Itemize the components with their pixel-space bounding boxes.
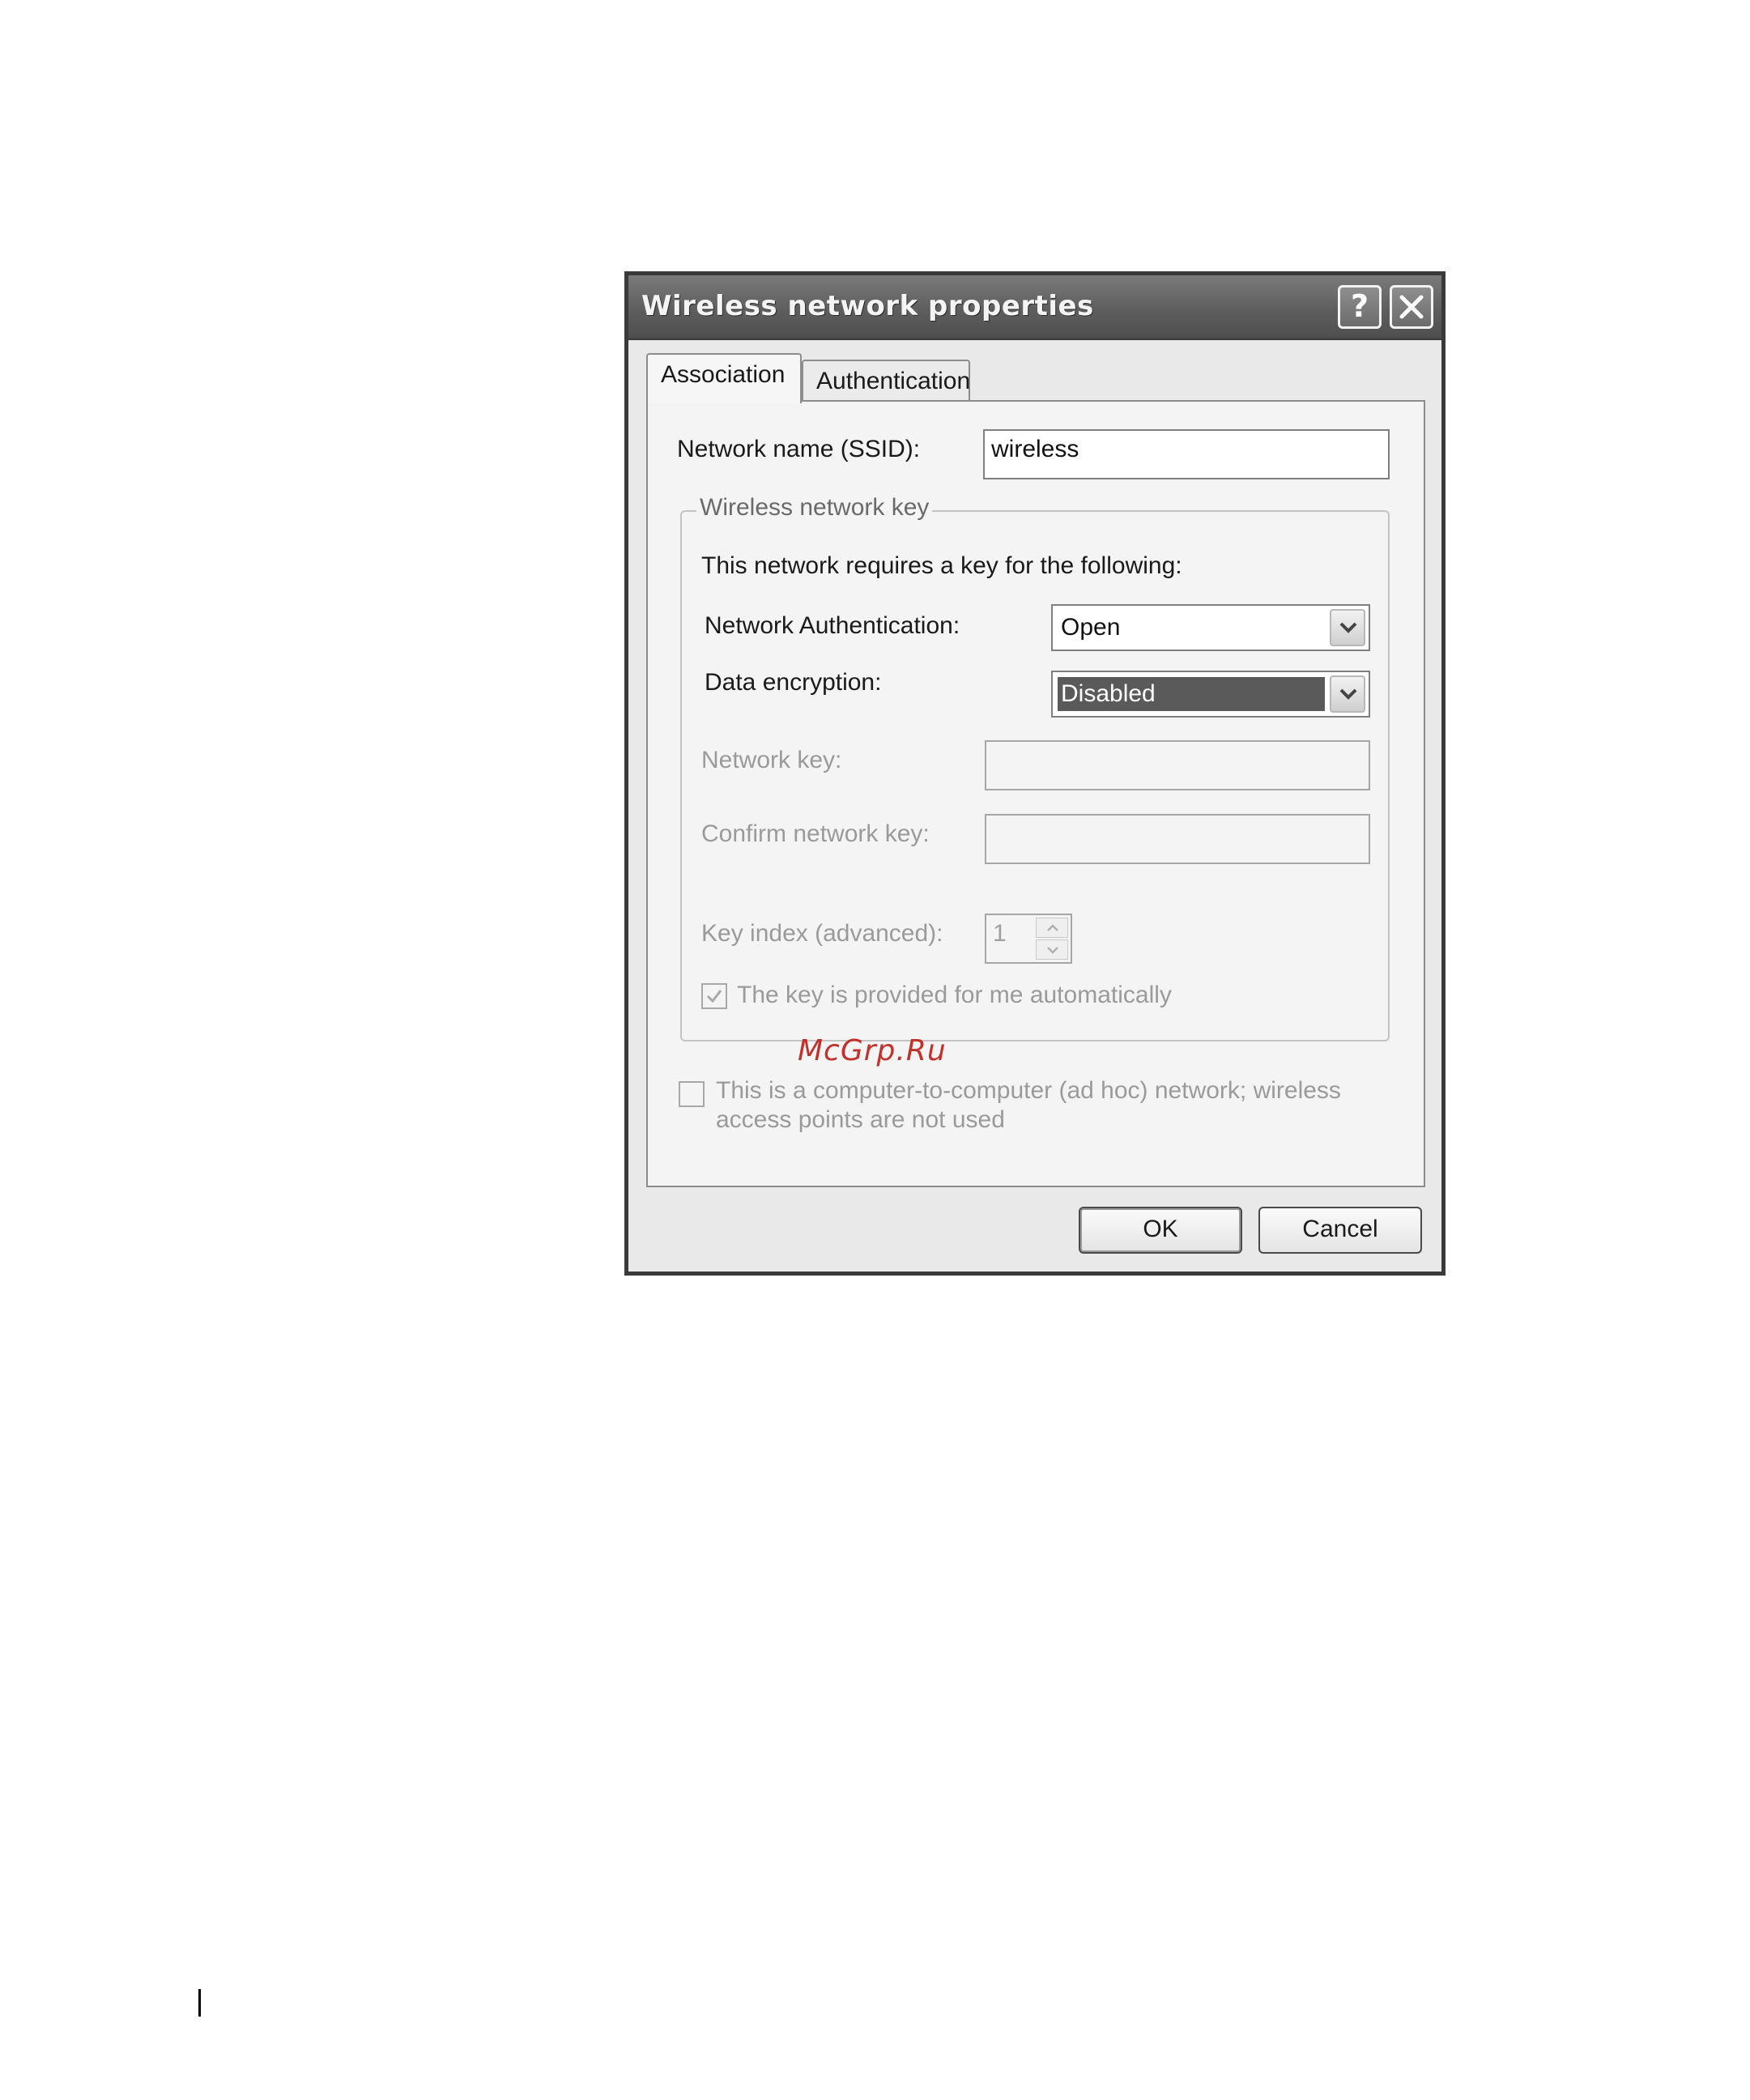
wireless-network-key-group: Wireless network key This network requir… <box>680 494 1390 1041</box>
chevron-down-icon <box>1339 622 1357 633</box>
key-index-label: Key index (advanced): <box>701 920 943 947</box>
close-icon <box>1399 295 1424 319</box>
association-tab-panel: Network name (SSID): wireless Wireless n… <box>646 400 1425 1187</box>
network-key-input[interactable] <box>985 740 1370 790</box>
chevron-up-icon <box>1047 924 1058 931</box>
confirm-network-key-input[interactable] <box>985 814 1370 864</box>
tab-authentication[interactable]: Authentication <box>802 360 970 402</box>
key-index-value: 1 <box>993 920 1007 947</box>
watermark: McGrp.Ru <box>798 1034 947 1067</box>
checkmark-icon <box>706 990 722 1003</box>
network-authentication-label: Network Authentication: <box>705 612 960 639</box>
adhoc-network-label-line2: access points are not used <box>716 1106 1005 1133</box>
network-authentication-dropdown-button[interactable] <box>1330 609 1365 646</box>
help-icon: ? <box>1350 288 1369 324</box>
network-authentication-value: Open <box>1061 614 1121 641</box>
data-encryption-value: Disabled <box>1058 677 1325 711</box>
ssid-input[interactable]: wireless <box>983 429 1390 479</box>
adhoc-network-checkbox[interactable] <box>679 1081 705 1107</box>
help-button[interactable]: ? <box>1338 285 1382 329</box>
tab-association[interactable]: Association <box>646 353 802 403</box>
data-encryption-dropdown-button[interactable] <box>1330 675 1365 713</box>
adhoc-network-label-line1: This is a computer-to-computer (ad hoc) … <box>716 1077 1341 1104</box>
key-index-increment-button[interactable] <box>1036 918 1068 938</box>
network-authentication-dropdown[interactable]: Open <box>1051 604 1370 651</box>
wireless-network-properties-dialog: Wireless network properties ? Associatio… <box>624 271 1446 1276</box>
dialog-title: Wireless network properties <box>641 290 1094 322</box>
auto-key-checkbox[interactable] <box>701 983 727 1009</box>
ok-button[interactable]: OK <box>1079 1207 1242 1254</box>
ssid-value: wireless <box>991 436 1079 462</box>
close-button[interactable] <box>1390 285 1433 329</box>
chevron-down-icon <box>1339 688 1357 700</box>
data-encryption-dropdown[interactable]: Disabled <box>1051 671 1370 718</box>
title-bar[interactable]: Wireless network properties ? <box>628 275 1441 340</box>
page-margin-marker <box>198 1989 201 2017</box>
chevron-down-icon <box>1047 947 1058 954</box>
key-index-stepper[interactable]: 1 <box>985 914 1072 964</box>
data-encryption-label: Data encryption: <box>705 669 882 696</box>
ssid-label: Network name (SSID): <box>677 436 921 462</box>
confirm-network-key-label: Confirm network key: <box>701 820 930 847</box>
key-requirement-text: This network requires a key for the foll… <box>701 552 1182 579</box>
cancel-button[interactable]: Cancel <box>1258 1207 1422 1254</box>
auto-key-label: The key is provided for me automatically <box>737 982 1172 1008</box>
key-index-decrement-button[interactable] <box>1036 939 1068 960</box>
key-index-spin-buttons <box>1036 918 1068 960</box>
group-legend: Wireless network key <box>696 494 933 522</box>
network-key-label: Network key: <box>701 747 842 773</box>
